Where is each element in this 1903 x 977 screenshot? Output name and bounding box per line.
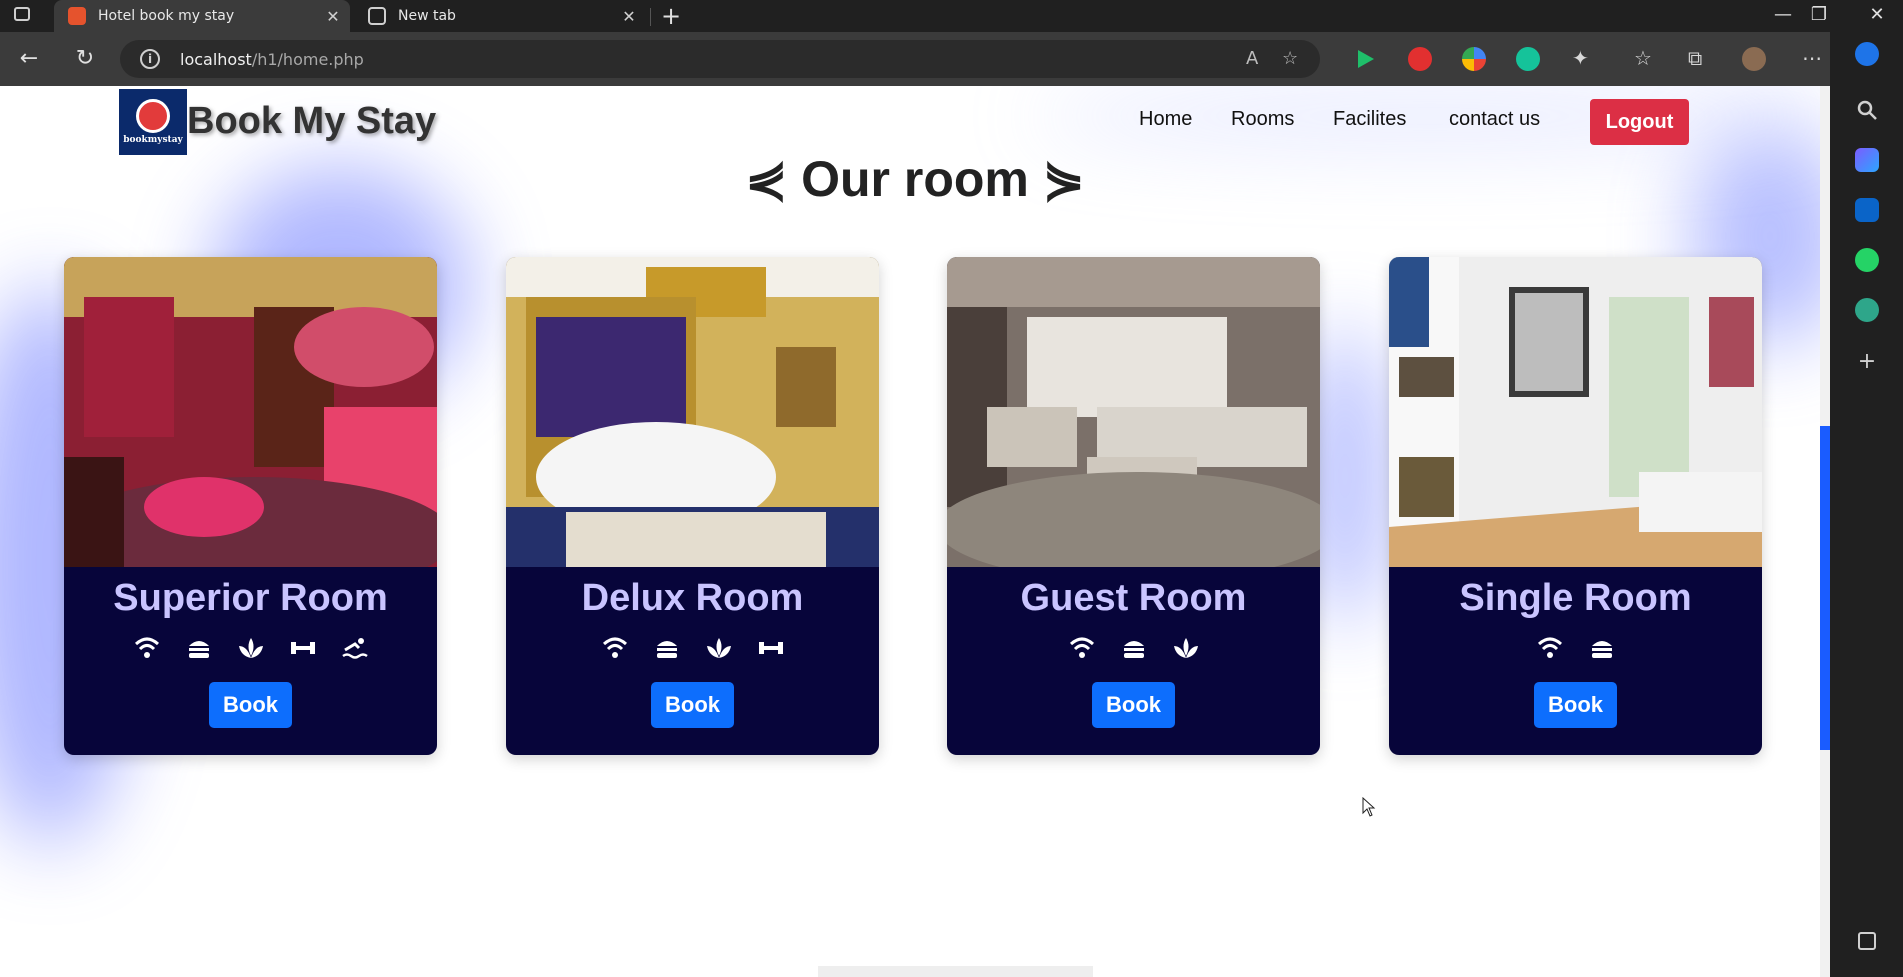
shopping-icon[interactable] [1855,148,1879,172]
tab-divider [650,8,651,26]
wifi-icon [602,637,627,658]
close-tab-icon[interactable]: ✕ [320,7,346,26]
profile-avatar[interactable] [1742,47,1766,71]
section-title: ⋞ Our room ⋟ [745,151,1085,207]
add-favorite-icon[interactable]: ☆ [1282,48,1298,69]
room-photo-superior [64,257,437,567]
swimming-icon [341,638,368,659]
address-toolbar: ← ↻ i localhost/h1/home.php A ☆ ✦ ☆ ⧉ ⋯ [0,32,1903,86]
bing-copilot-icon[interactable] [1855,42,1879,66]
more-menu-icon[interactable]: ⋯ [1802,46,1822,70]
spa-icon [706,638,731,658]
tab-actions-icon[interactable] [12,6,32,26]
room-name: Superior Room [113,577,388,619]
facility-icons [64,634,437,664]
close-tab-icon[interactable]: ✕ [616,7,642,26]
search-icon[interactable] [1855,98,1879,122]
favorites-icon[interactable]: ☆ [1634,46,1652,70]
nav-contact-us[interactable]: contact us [1449,108,1540,131]
extensions-puzzle-icon[interactable]: ✦ [1572,46,1589,70]
address-bar[interactable]: i localhost/h1/home.php A ☆ [120,40,1320,78]
chatgpt-icon[interactable] [1855,298,1879,322]
collections-icon[interactable]: ⧉ [1688,46,1702,70]
site-logo[interactable]: bookmystay [119,89,187,155]
tab-strip: Hotel book my stay ✕ New tab ✕ + — ❐ ✕ [0,0,1903,32]
mouse-cursor-icon [1362,797,1376,817]
burger-icon [1591,641,1612,658]
room-photo-delux [506,257,879,567]
room-name: Guest Room [1020,577,1247,619]
grammarly-icon[interactable] [1516,47,1540,71]
room-name: Delux Room [581,577,804,619]
new-tab-plus-icon[interactable]: + [658,2,684,30]
room-card-delux: Delux Room Book [506,257,879,755]
hide-sidebar-icon[interactable] [1858,932,1876,950]
room-photo-guest [947,257,1320,567]
room-card-guest: Guest Room Book [947,257,1320,755]
play-extension-icon[interactable] [1353,47,1377,71]
scrollbar-thumb[interactable] [1820,426,1830,750]
facility-icons [506,634,879,664]
wifi-icon [1537,637,1562,658]
room-name: Single Room [1459,577,1692,619]
gym-icon [290,642,315,654]
book-button[interactable]: Book [651,682,734,728]
nav-facilities[interactable]: Facilites [1333,108,1406,131]
edge-sidebar: + [1830,32,1903,977]
logo-text: bookmystay [123,135,183,145]
brand-name[interactable]: Book My Stay [187,100,436,143]
spa-icon [238,638,263,658]
url-text[interactable]: localhost/h1/home.php [180,50,364,69]
spa-icon [1173,638,1198,658]
url-host: localhost [180,50,252,69]
minimize-icon[interactable]: — [1768,4,1798,25]
add-sidebar-app-icon[interactable]: + [1855,350,1879,374]
page-viewport: bookmystay Book My Stay Home Rooms Facil… [0,86,1830,977]
wifi-icon [1069,637,1094,658]
book-button[interactable]: Book [209,682,292,728]
whatsapp-icon[interactable] [1855,248,1879,272]
read-aloud-icon[interactable]: A [1246,48,1258,69]
logo-mark-icon [136,99,170,133]
xampp-favicon-icon [68,7,86,25]
nav-rooms[interactable]: Rooms [1231,108,1294,131]
back-arrow-icon[interactable]: ← [14,44,44,74]
tab-hotel-book-my-stay[interactable]: Hotel book my stay ✕ [54,0,350,32]
url-path: /h1/home.php [251,50,364,69]
room-photo-single [1389,257,1762,567]
new-tab-favicon-icon [368,7,386,25]
facility-icons [947,634,1320,664]
tab-title: New tab [398,8,456,24]
page-scrollbar[interactable] [1820,86,1830,977]
tab-new-tab[interactable]: New tab ✕ [354,0,646,32]
book-button[interactable]: Book [1534,682,1617,728]
gym-icon [758,642,783,654]
room-card-superior: Superior Room Book [64,257,437,755]
google-extension-icon[interactable] [1462,47,1486,71]
book-button[interactable]: Book [1092,682,1175,728]
burger-icon [656,641,677,658]
logout-button[interactable]: Logout [1590,99,1689,145]
site-header: bookmystay Book My Stay Home Rooms Facil… [0,86,1820,158]
window-close-icon[interactable]: ✕ [1862,4,1892,25]
restore-icon[interactable]: ❐ [1804,4,1834,25]
outlook-icon[interactable] [1855,198,1879,222]
site-info-icon[interactable]: i [140,49,160,69]
footer-edge [818,966,1093,977]
burger-icon [1123,641,1144,658]
facility-icons [1389,634,1762,664]
extension-red-icon[interactable] [1408,47,1432,71]
burger-icon [188,641,209,658]
tab-title: Hotel book my stay [98,8,235,24]
nav-home[interactable]: Home [1139,108,1192,131]
room-card-single: Single Room Book [1389,257,1762,755]
wifi-icon [134,637,159,658]
reload-icon[interactable]: ↻ [70,44,100,74]
